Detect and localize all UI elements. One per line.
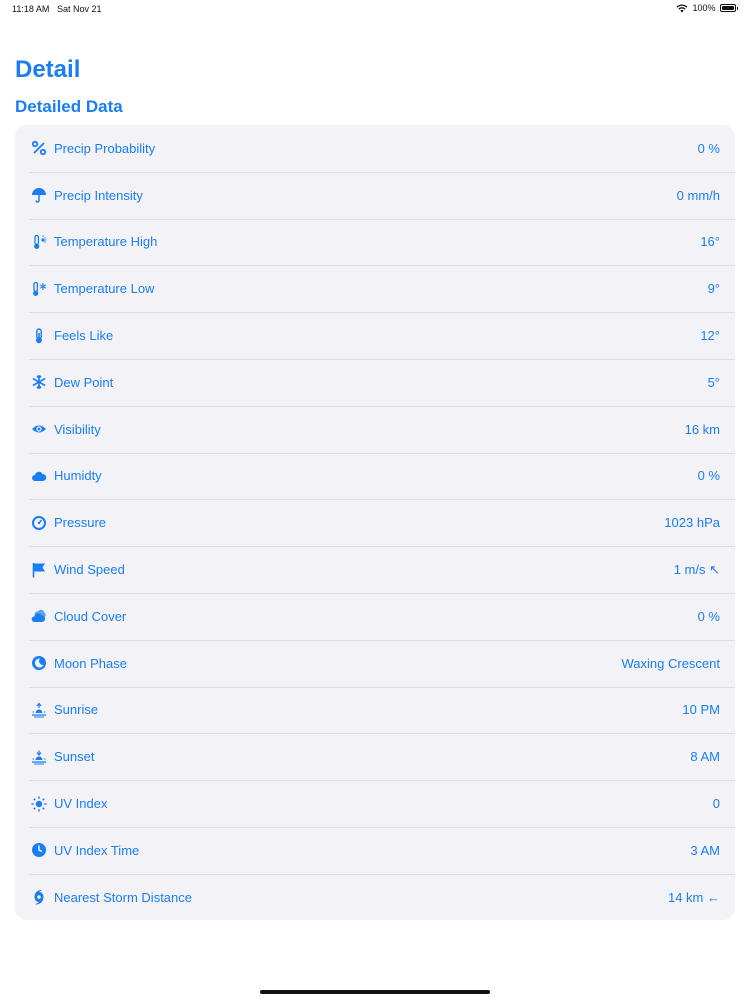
- detail-value: 0 mm/h: [676, 187, 720, 203]
- section-title: Detailed Data: [15, 97, 123, 116]
- detail-label: Nearest Storm Distance: [54, 889, 192, 905]
- detail-row-dew-point: Dew Point 5°: [15, 358, 735, 406]
- detail-label: Cloud Cover: [54, 608, 127, 624]
- status-indicators: 100%: [676, 3, 738, 13]
- cloud-fill-icon: [30, 607, 48, 625]
- detail-list: Precip Probability 0 % Precip Intensity 0 m…: [15, 125, 735, 920]
- battery-cap: [736, 6, 738, 10]
- battery-percent: 100%: [692, 3, 716, 13]
- battery-icon: [719, 4, 736, 12]
- wifi-icon: [677, 3, 688, 12]
- eye-icon: [30, 420, 48, 438]
- detail-value: 3 AM: [690, 842, 720, 858]
- detail-label: Temperature Low: [54, 281, 155, 297]
- detail-row-humidty: Humidty 0 %: [15, 452, 735, 500]
- sunrise-icon: [30, 701, 48, 719]
- status-date: Sat Nov 21: [57, 4, 102, 14]
- thermometer-sun-icon: [30, 233, 48, 251]
- snowflake-icon: [30, 373, 48, 391]
- cloud-icon: [30, 467, 48, 485]
- detail-value: 9°: [707, 281, 720, 297]
- status-bar: 11:18 AM Sat Nov 21 100%: [0, 0, 750, 20]
- home-indicator[interactable]: [260, 990, 490, 994]
- detail-row-nearest-storm-distance: Nearest Storm Distance 14 km ←: [15, 873, 735, 920]
- detail-value: 10 PM: [682, 702, 720, 718]
- detail-value: 16 km: [684, 421, 720, 437]
- detail-label: Temperature High: [54, 234, 158, 250]
- detail-row-cloud-cover: Cloud Cover 0 %: [15, 592, 735, 640]
- detail-value: 1 m/s ↖: [673, 561, 720, 577]
- moon-icon: [30, 654, 48, 672]
- detail-value: 0: [712, 796, 720, 812]
- gauge-icon: [30, 514, 48, 532]
- detail-value: 12°: [700, 328, 720, 344]
- detail-value: 5°: [707, 374, 720, 390]
- sun-icon: [30, 795, 48, 813]
- clock-icon: [30, 841, 48, 859]
- page-title: Detail: [15, 56, 81, 83]
- umbrella-icon: [30, 186, 48, 204]
- detail-label: Precip Probability: [54, 140, 156, 156]
- detail-label: Visibility: [54, 421, 101, 437]
- detail-row-sunrise: Sunrise 10 PM: [15, 686, 735, 734]
- detail-row-temperature-low: Temperature Low 9°: [15, 265, 735, 312]
- detail-row-moon-phase: Moon Phase Waxing Crescent: [15, 639, 735, 687]
- detail-row-wind-speed: Wind Speed 1 m/s ↖: [15, 546, 735, 593]
- detail-label: Sunrise: [54, 702, 99, 718]
- detail-label: UV Index Time: [54, 842, 140, 858]
- detail-row-visibility: Visibility 16 km: [15, 405, 735, 453]
- detail-label: Dew Point: [54, 374, 114, 390]
- thermometer-icon: [30, 327, 48, 345]
- status-time: 11:18 AM: [12, 4, 50, 14]
- detail-label: Precip Intensity: [54, 187, 143, 203]
- sunset-icon: [30, 748, 48, 766]
- detail-value: 1023 hPa: [664, 515, 720, 531]
- detail-label: Moon Phase: [54, 655, 127, 671]
- detail-value: 14 km ←: [667, 889, 720, 905]
- detail-label: Humidty: [54, 468, 102, 484]
- detail-value: 0 %: [697, 608, 720, 624]
- detail-label: Sunset: [54, 749, 95, 765]
- detail-label: Pressure: [54, 515, 107, 531]
- detail-row-temperature-high: Temperature High 16°: [15, 218, 735, 266]
- detail-value: 8 AM: [690, 749, 720, 765]
- detail-row-pressure: Pressure 1023 hPa: [15, 499, 735, 546]
- detail-value: 0 %: [697, 140, 720, 156]
- detail-row-sunset: Sunset 8 AM: [15, 733, 735, 780]
- detail-row-uv-index: UV Index 0: [15, 780, 735, 827]
- detail-row-precip-intensity: Precip Intensity 0 mm/h: [15, 171, 735, 219]
- detail-value: 0 %: [697, 468, 720, 484]
- detail-row-precip-probability: Precip Probability 0 %: [15, 125, 735, 172]
- detail-label: Wind Speed: [54, 562, 125, 578]
- detail-value: Waxing Crescent: [621, 655, 721, 671]
- flag-icon: [30, 561, 48, 579]
- detail-row-uv-index-time: UV Index Time 3 AM: [15, 826, 735, 874]
- thermometer-snowflake-icon: [30, 280, 48, 298]
- detail-row-feels-like: Feels Like 12°: [15, 312, 735, 359]
- hurricane-icon: [30, 888, 48, 906]
- detail-label: Feels Like: [54, 328, 114, 344]
- detail-value: 16°: [700, 234, 720, 250]
- detail-label: UV Index: [54, 796, 108, 812]
- percent-icon: [30, 139, 48, 157]
